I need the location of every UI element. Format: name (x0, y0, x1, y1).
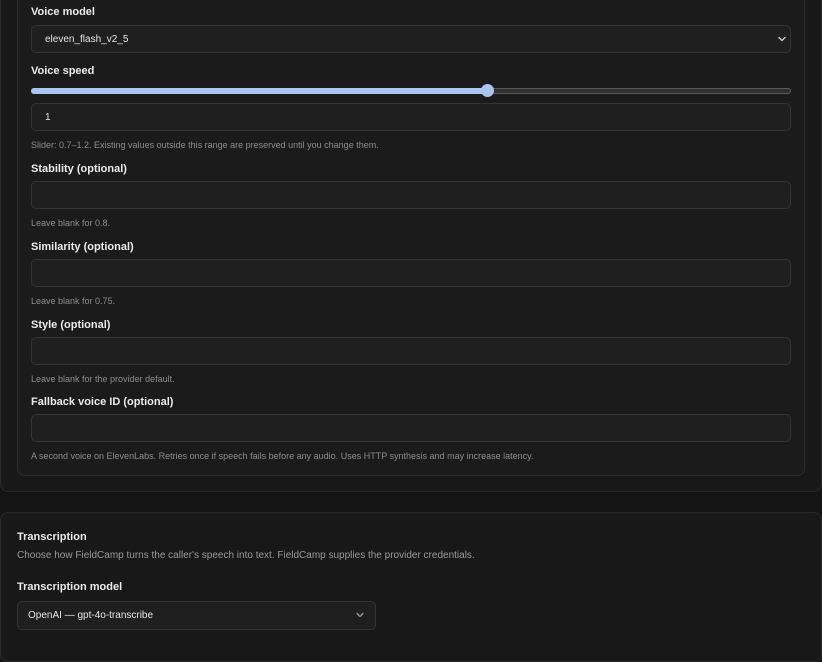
transcription-model-label: Transcription model (17, 581, 123, 593)
voice-model-selected-value: eleven_flash_v2_5 (45, 34, 129, 45)
voice-speed-slider-fill (31, 88, 487, 94)
transcription-card (0, 512, 822, 662)
voice-speed-input[interactable]: 1 (31, 103, 791, 131)
similarity-label: Similarity (optional) (31, 241, 134, 253)
transcription-model-select[interactable]: OpenAI — gpt-4o-transcribe (17, 601, 376, 630)
voice-speed-label: Voice speed (31, 65, 95, 77)
fallback-voice-hint: A second voice on ElevenLabs. Retries on… (31, 451, 534, 461)
style-hint: Leave blank for the provider default. (31, 374, 175, 384)
voice-speed-slider-thumb[interactable] (480, 84, 494, 97)
stability-input[interactable] (31, 181, 791, 209)
transcription-title: Transcription (17, 531, 87, 543)
stability-hint: Leave blank for 0.8. (31, 218, 111, 228)
similarity-hint: Leave blank for 0.75. (31, 296, 116, 306)
voice-speed-hint: Slider: 0.7–1.2. Existing values outside… (31, 140, 379, 150)
voice-speed-value: 1 (45, 112, 51, 123)
style-label: Style (optional) (31, 319, 111, 331)
voice-model-label: Voice model (31, 6, 95, 18)
fallback-voice-label: Fallback voice ID (optional) (31, 396, 174, 408)
transcription-description: Choose how FieldCamp turns the caller's … (17, 550, 475, 561)
similarity-input[interactable] (31, 259, 791, 287)
transcription-model-selected-value: OpenAI — gpt-4o-transcribe (28, 610, 154, 621)
voice-model-select[interactable]: eleven_flash_v2_5 (31, 25, 791, 53)
chevron-down-icon (778, 36, 786, 42)
stability-label: Stability (optional) (31, 163, 127, 175)
style-input[interactable] (31, 337, 791, 365)
chevron-down-icon (356, 612, 364, 618)
fallback-voice-input[interactable] (31, 414, 791, 442)
